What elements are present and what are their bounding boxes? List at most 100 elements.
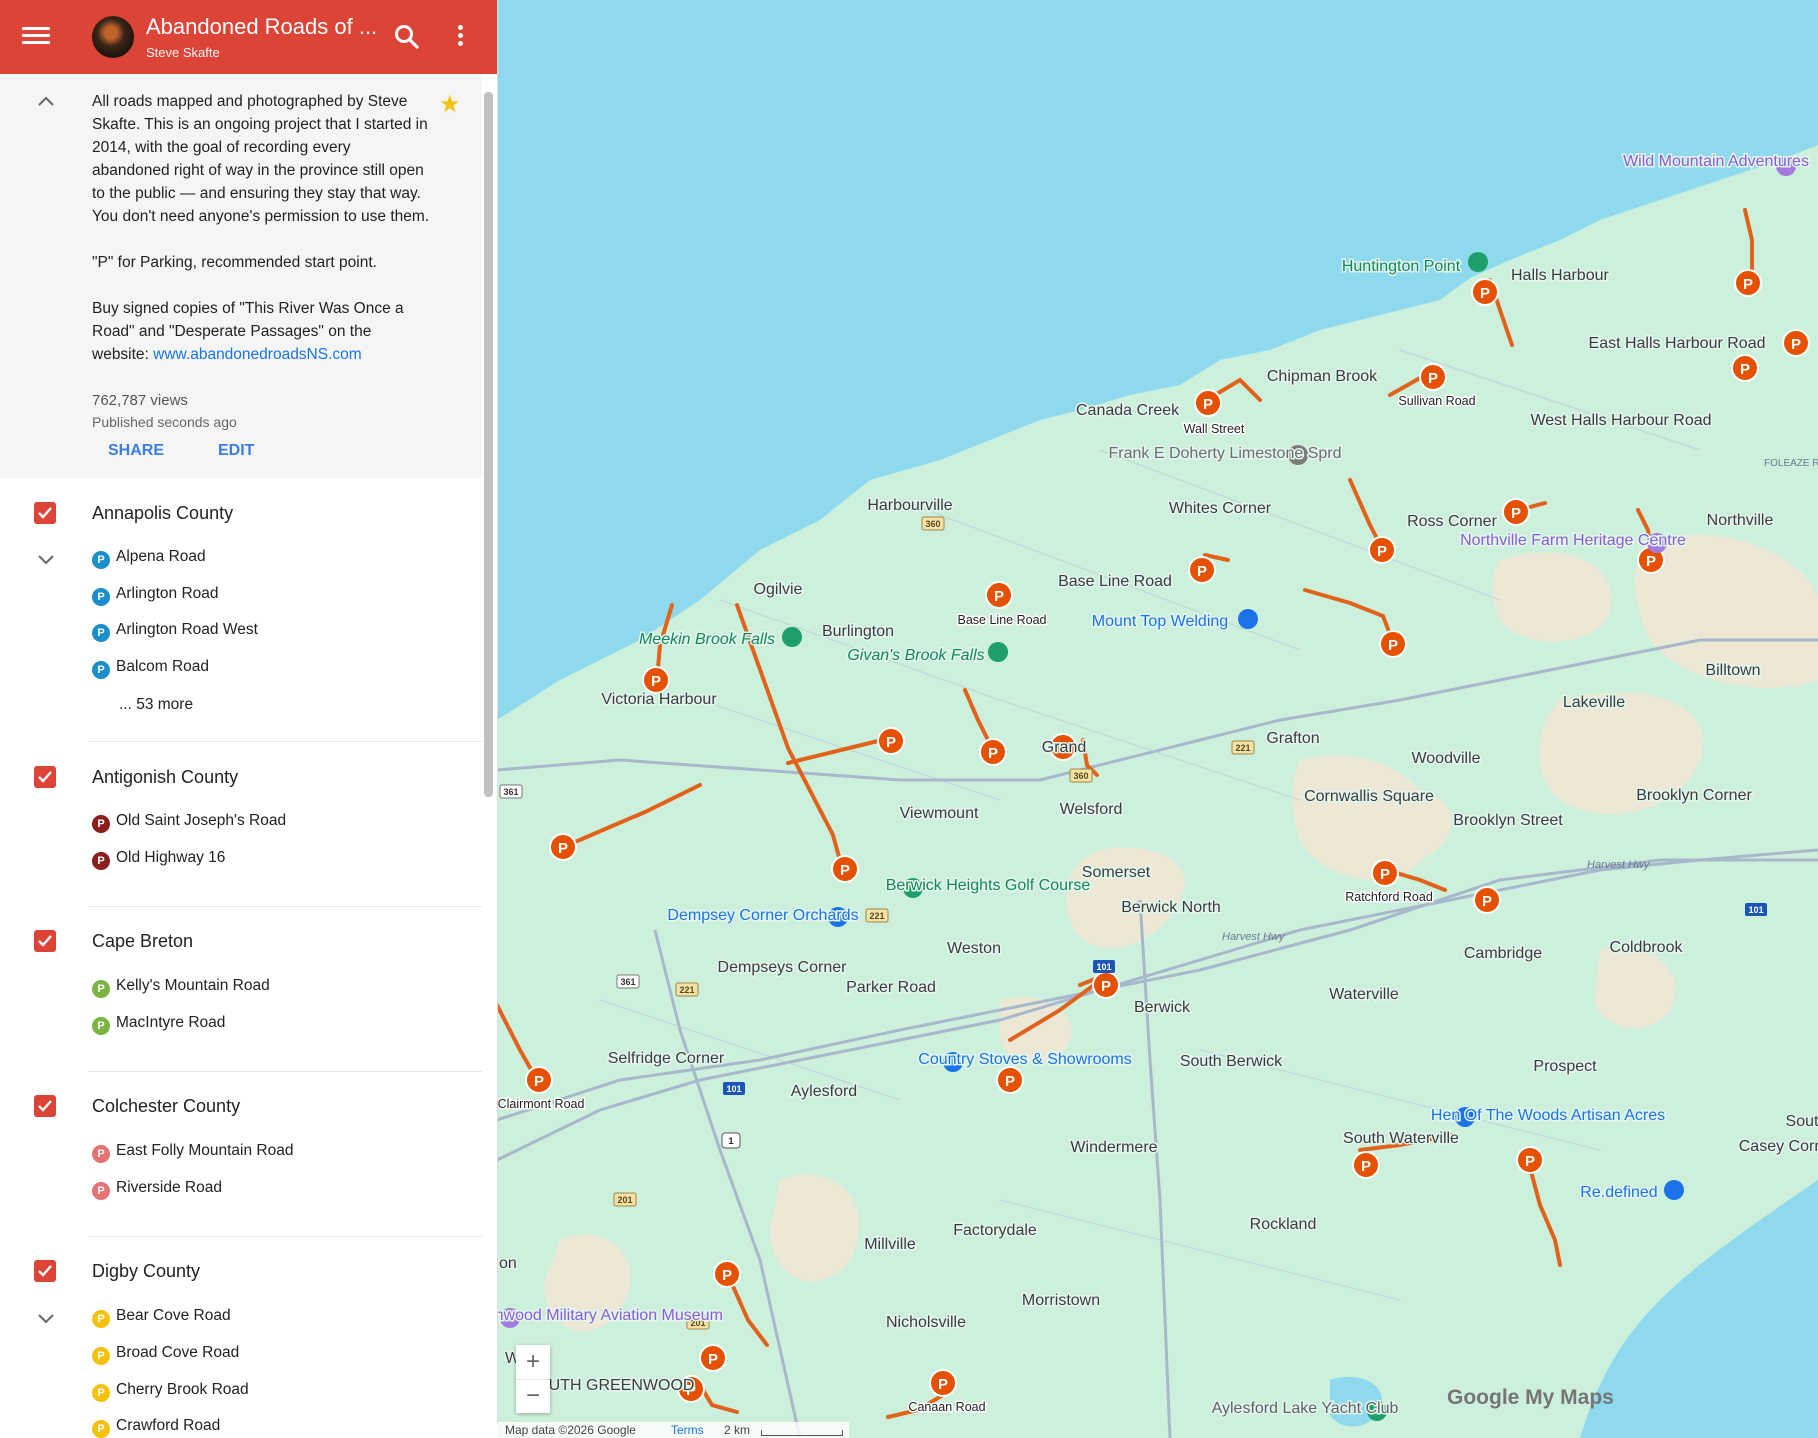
park-icon[interactable] [1468, 252, 1488, 272]
search-icon[interactable] [392, 22, 422, 52]
parking-marker[interactable]: P [979, 738, 1007, 766]
parking-pin-icon: P [92, 852, 110, 870]
share-button[interactable]: SHARE [108, 442, 164, 460]
menu-button[interactable] [22, 23, 50, 51]
layer-title[interactable]: Digby County [92, 1261, 200, 1282]
parking-marker[interactable]: P [1471, 278, 1499, 306]
park-icon[interactable] [782, 627, 802, 647]
list-item[interactable]: P Bear Cove Road [92, 1307, 231, 1329]
poi-label: Mount Top Welding [1092, 613, 1228, 630]
list-item[interactable]: P Kelly's Mountain Road [92, 977, 270, 999]
parking-marker[interactable]: P [831, 855, 859, 883]
list-item[interactable]: P MacIntyre Road [92, 1014, 225, 1036]
more-items-link[interactable]: ... 53 more [119, 696, 193, 714]
layer-title[interactable]: Antigonish County [92, 767, 238, 788]
place-label: Parker Road [846, 979, 936, 996]
parking-marker[interactable]: P [1188, 556, 1216, 584]
list-item[interactable]: P Alpena Road [92, 548, 206, 570]
map-canvas[interactable]: P P P P P P P P P P P P P P P P P P P P … [497, 0, 1818, 1438]
parking-marker[interactable]: P [929, 1369, 957, 1397]
parking-marker[interactable]: P [1368, 536, 1396, 564]
parking-marker[interactable]: P [1502, 498, 1530, 526]
parking-marker[interactable]: P [699, 1344, 727, 1372]
list-item[interactable]: P Old Highway 16 [92, 849, 225, 871]
parking-pin-icon: P [92, 588, 110, 606]
terms-link[interactable]: Terms [671, 1423, 704, 1437]
list-item-label: Arlington Road [116, 585, 219, 602]
layer-title[interactable]: Cape Breton [92, 931, 193, 952]
layer-checkbox[interactable] [34, 1260, 56, 1282]
list-item[interactable]: P Old Saint Joseph's Road [92, 812, 286, 834]
parking-marker[interactable]: P [1352, 1151, 1380, 1179]
map-owner[interactable]: Steve Skafte [146, 45, 220, 60]
parking-marker[interactable]: P [996, 1066, 1024, 1094]
star-icon[interactable]: ★ [439, 90, 461, 119]
zoom-out-button[interactable]: − [516, 1379, 550, 1413]
parking-marker[interactable]: P [1379, 630, 1407, 658]
parking-marker[interactable]: P [1473, 886, 1501, 914]
sidebar-scrollbar[interactable] [484, 92, 493, 797]
list-item-label: Arlington Road West [116, 621, 258, 638]
parking-marker[interactable]: P [713, 1260, 741, 1288]
website-link[interactable]: www.abandonedroadsNS.com [153, 346, 362, 363]
shop-icon[interactable] [1664, 1180, 1684, 1200]
park-icon[interactable] [988, 642, 1008, 662]
road-label: Sullivan Road [1398, 394, 1475, 408]
place-label: Weston [947, 940, 1001, 957]
parking-marker[interactable]: P [1734, 269, 1762, 297]
map-header: Abandoned Roads of ... Steve Skafte [0, 0, 497, 74]
parking-marker[interactable]: P [1371, 859, 1399, 887]
poi-label: Re.defined [1580, 1184, 1657, 1201]
list-item[interactable]: P Riverside Road [92, 1179, 222, 1201]
map-title[interactable]: Abandoned Roads of ... [146, 14, 377, 40]
svg-text:P: P [1525, 1153, 1535, 1170]
zoom-in-button[interactable]: + [516, 1345, 550, 1380]
parking-marker[interactable]: P [877, 727, 905, 755]
shop-icon[interactable] [1238, 609, 1258, 629]
svg-text:P: P [534, 1073, 544, 1090]
expand-layer-icon[interactable] [36, 1312, 56, 1326]
parking-marker[interactable]: P [549, 833, 577, 861]
list-item[interactable]: P Balcom Road [92, 658, 209, 680]
collapse-details-icon[interactable] [36, 94, 56, 108]
zoom-controls: + − [516, 1345, 550, 1413]
layer-checkbox[interactable] [34, 1095, 56, 1117]
scale-bar [761, 1430, 843, 1436]
more-options-icon[interactable] [450, 22, 470, 52]
parking-marker[interactable]: P [1194, 389, 1222, 417]
parking-marker[interactable]: P [985, 581, 1013, 609]
list-item[interactable]: P Broad Cove Road [92, 1344, 239, 1366]
list-item[interactable]: P Arlington Road West [92, 621, 258, 643]
parking-marker[interactable]: P [1419, 363, 1447, 391]
list-item[interactable]: P East Folly Mountain Road [92, 1142, 293, 1164]
parking-marker[interactable]: P [1516, 1146, 1544, 1174]
parking-marker[interactable]: P [1092, 971, 1120, 999]
road-label: Canaan Road [908, 1400, 985, 1414]
list-item[interactable]: P Cherry Brook Road [92, 1381, 249, 1403]
parking-marker[interactable]: P [1731, 354, 1759, 382]
place-label: Berwick North [1121, 899, 1221, 916]
svg-text:361: 361 [503, 787, 518, 797]
svg-text:P: P [1511, 505, 1521, 522]
svg-text:P: P [1005, 1073, 1015, 1090]
avatar[interactable] [92, 16, 134, 58]
expand-layer-icon[interactable] [36, 553, 56, 567]
layer-checkbox[interactable] [34, 502, 56, 524]
layer-title[interactable]: Annapolis County [92, 503, 233, 524]
list-item[interactable]: P Arlington Road [92, 585, 219, 607]
parking-marker[interactable]: P [1782, 329, 1810, 357]
svg-text:360: 360 [1073, 771, 1088, 781]
list-item[interactable]: P Crawford Road [92, 1417, 220, 1438]
layer-checkbox[interactable] [34, 766, 56, 788]
edit-button[interactable]: EDIT [218, 442, 254, 460]
divider [88, 741, 482, 742]
svg-text:221: 221 [869, 911, 884, 921]
svg-text:360: 360 [925, 519, 940, 529]
svg-text:221: 221 [1235, 743, 1250, 753]
parking-pin-icon: P [92, 624, 110, 642]
parking-marker[interactable]: P [525, 1066, 553, 1094]
layer-checkbox[interactable] [34, 930, 56, 952]
svg-text:P: P [1428, 370, 1438, 387]
layer-title[interactable]: Colchester County [92, 1096, 240, 1117]
parking-marker[interactable]: P [642, 666, 670, 694]
